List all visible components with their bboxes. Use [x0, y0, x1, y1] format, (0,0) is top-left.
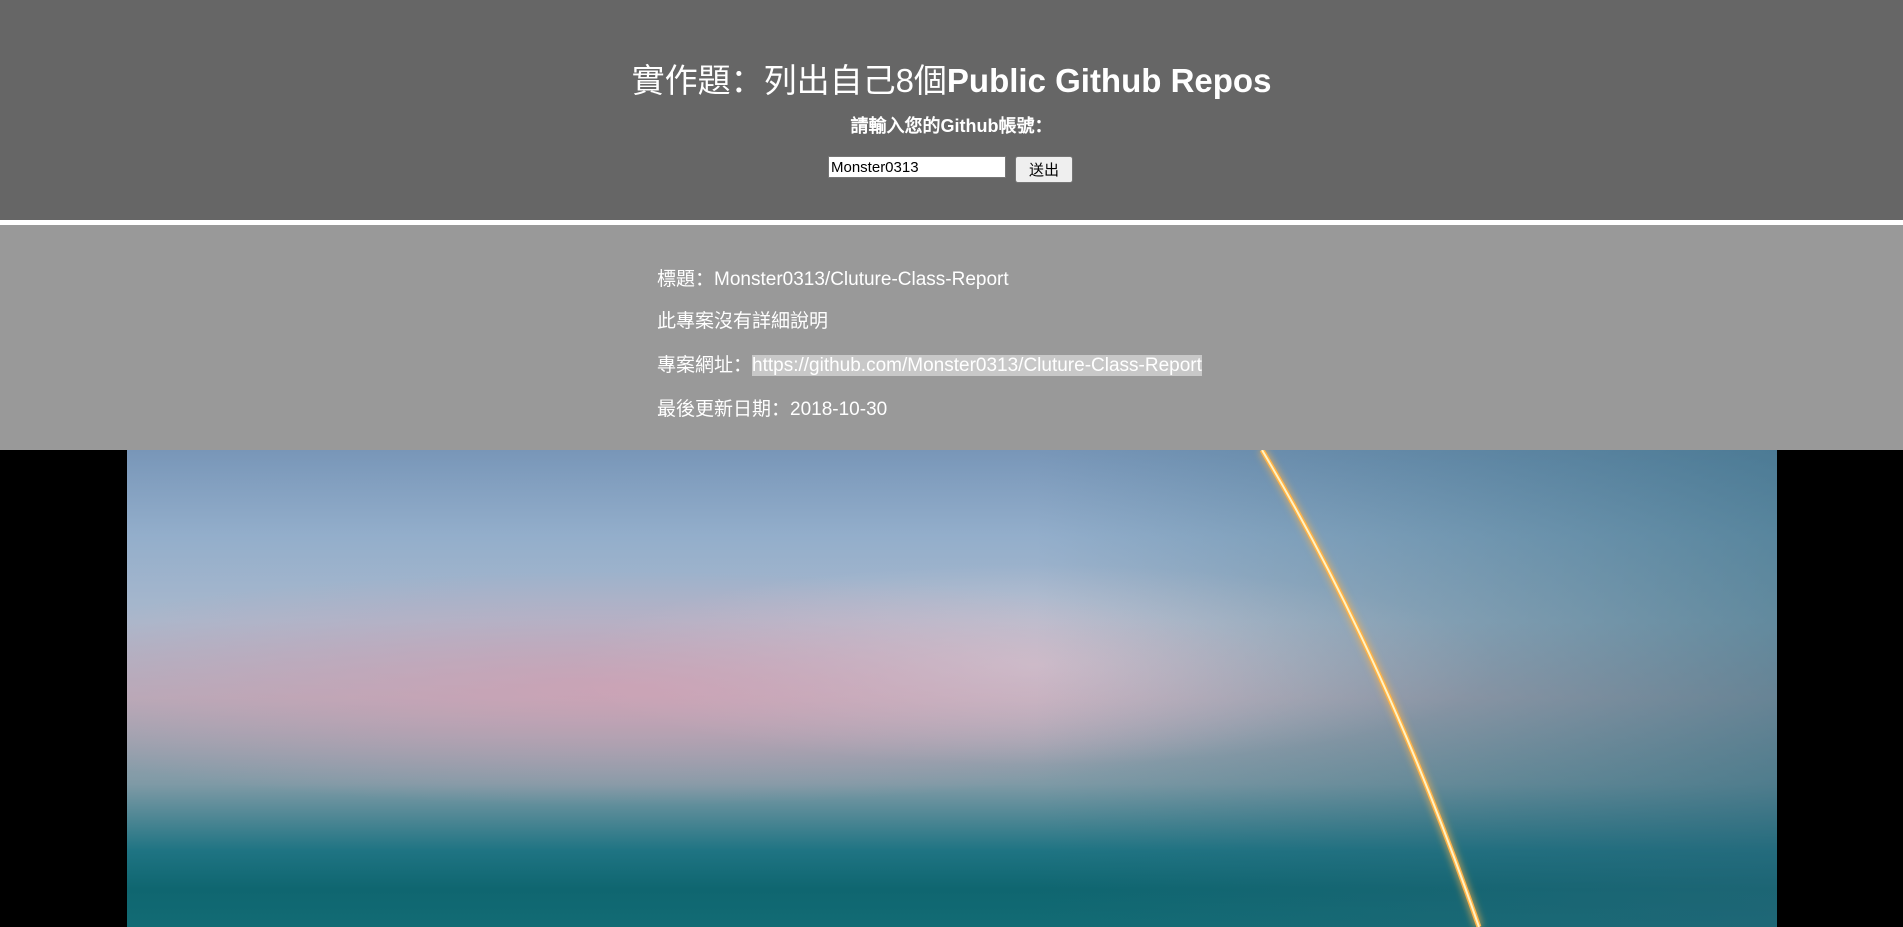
rocket-trail-graphic — [1259, 450, 1482, 927]
repo-card: 標題：Monster0313/Cluture-Class-Report 此專案沒… — [0, 225, 1903, 450]
username-prompt: 請輸入您的Github帳號： — [850, 116, 1053, 136]
submit-button[interactable]: 送出 — [1015, 156, 1073, 183]
repo-updated-label: 最後更新日期： — [657, 399, 791, 420]
page-header: 實作題：列出自己8個Public Github Repos 請輸入您的Githu… — [0, 0, 1903, 220]
rocket-trail-core — [1261, 450, 1480, 927]
repo-url-label: 專案網址： — [657, 355, 753, 376]
repo-updated-row: 最後更新日期：2018-10-30 — [657, 394, 887, 421]
repo-title: Monster0313/Cluture-Class-Report — [714, 269, 1009, 290]
repo-title-row: 標題：Monster0313/Cluture-Class-Report — [657, 264, 1009, 291]
repo-url-link[interactable]: https://github.com/Monster0313/Cluture-C… — [752, 355, 1202, 376]
repo-updated-date: 2018-10-30 — [790, 399, 888, 420]
page-title-latin: Public Github Repos — [946, 62, 1272, 99]
repo-description: 此專案沒有詳細說明 — [657, 311, 829, 332]
repo-url-row: 專案網址：https://github.com/Monster0313/Clut… — [657, 350, 1202, 377]
hero-rocket-launch-image — [127, 450, 1777, 927]
rocket-trail-glow — [1259, 450, 1482, 927]
page-title: 實作題：列出自己8個Public Github Repos — [0, 54, 1903, 102]
repo-title-label: 標題： — [657, 269, 715, 290]
page-title-cjk: 實作題：列出自己8個 — [631, 62, 947, 99]
username-input[interactable] — [828, 156, 1006, 178]
